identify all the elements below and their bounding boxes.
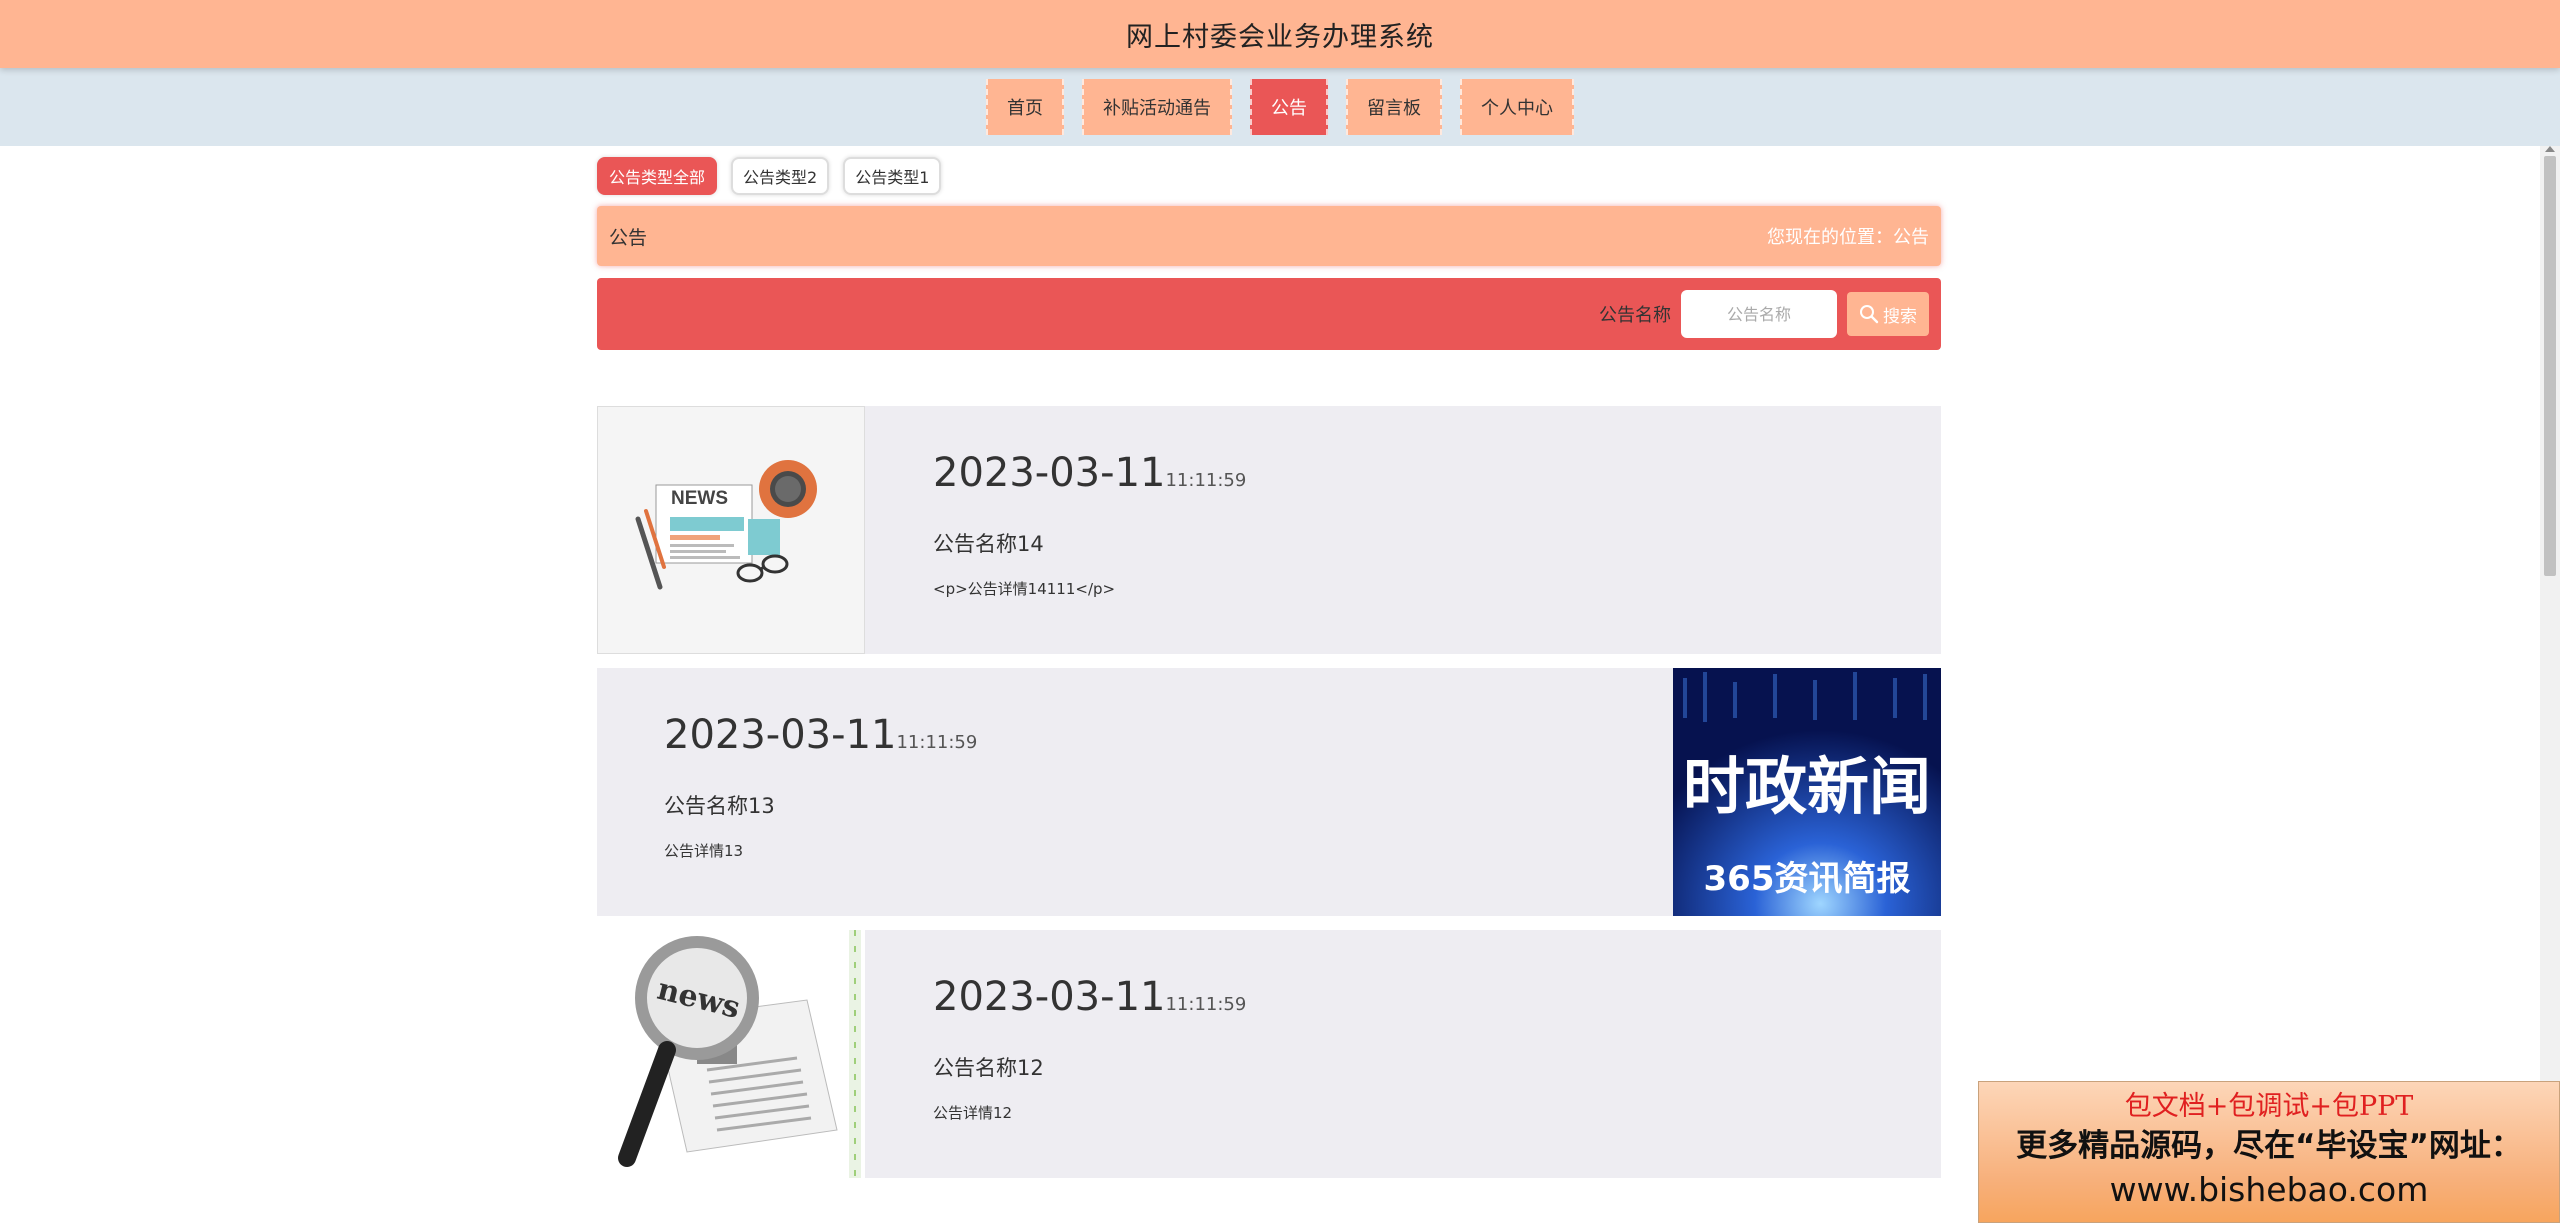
thumb-subhead: 365资讯简报	[1704, 859, 1911, 899]
search-button-label: 搜索	[1883, 306, 1917, 327]
current-location: 您现在的位置：公告	[1767, 227, 1929, 248]
search-button[interactable]: 搜索	[1847, 292, 1929, 336]
thumb-headline: 时政新闻	[1683, 750, 1931, 823]
card-date: 2023-03-11	[933, 450, 1166, 496]
type-filter-group: 公告类型全部 公告类型2 公告类型1	[597, 157, 942, 195]
scrollbar-thumb[interactable]	[2544, 156, 2556, 576]
promo-banner: 包文档+包调试+包PPT 更多精品源码，尽在“毕设宝”网址： www.bishe…	[1978, 1081, 2560, 1223]
thumb-news-word: NEWS	[671, 488, 728, 509]
app-header: 网上村委会业务办理系统	[0, 0, 2560, 68]
card-time: 11:11:59	[1165, 994, 1247, 1015]
search-input[interactable]	[1681, 290, 1837, 338]
date-line: 2023-03-1111:11:59	[933, 450, 1246, 496]
promo-line-2: 更多精品源码，尽在“毕设宝”网址：	[2016, 1128, 2522, 1164]
main-content: 公告类型全部 公告类型2 公告类型1 公告 您现在的位置：公告 公告名称 搜索 …	[597, 146, 1941, 1223]
politics-news-thumbnail: 时政新闻 365资讯简报	[1673, 668, 1941, 916]
type-filter-2[interactable]: 公告类型2	[731, 157, 830, 195]
nav-item-home[interactable]: 首页	[986, 79, 1064, 135]
list-item[interactable]: NEWS 2023-03-1111:11:59 公告名称14 <p>公告详情14…	[597, 406, 1941, 654]
list-item[interactable]: 2023-03-1111:11:59 公告名称13 公告详情13 时政新闻 36…	[597, 668, 1941, 916]
promo-line-1: 包文档+包调试+包PPT	[2124, 1091, 2414, 1122]
card-date: 2023-03-11	[933, 974, 1166, 1020]
card-desc: <p>公告详情14111</p>	[933, 580, 1116, 598]
date-line: 2023-03-1111:11:59	[933, 974, 1246, 1020]
page-scrollbar[interactable]	[2540, 146, 2560, 1223]
main-nav: 首页 补贴活动通告 公告 留言板 个人中心	[0, 68, 2560, 146]
card-time: 11:11:59	[896, 732, 978, 753]
card-title[interactable]: 公告名称13	[664, 790, 775, 820]
card-date: 2023-03-11	[664, 712, 897, 758]
type-filter-all[interactable]: 公告类型全部	[597, 157, 718, 195]
nav-item-personal-center[interactable]: 个人中心	[1460, 79, 1574, 135]
type-filter-1[interactable]: 公告类型1	[843, 157, 942, 195]
section-title: 公告	[609, 226, 648, 249]
list-item[interactable]: news 2023-03-1111:11:59 公告名称12 公告详情12	[597, 930, 1941, 1178]
news-thumbnail: NEWS	[597, 406, 865, 654]
card-time: 11:11:59	[1165, 470, 1247, 491]
card-desc: 公告详情12	[933, 1104, 1013, 1122]
site-title: 网上村委会业务办理系统	[1126, 21, 1434, 53]
search-bar: 公告名称 搜索	[597, 278, 1941, 350]
nav-item-message-board[interactable]: 留言板	[1346, 79, 1442, 135]
card-title[interactable]: 公告名称12	[933, 1052, 1044, 1082]
card-title[interactable]: 公告名称14	[933, 528, 1044, 558]
date-line: 2023-03-1111:11:59	[664, 712, 977, 758]
newspaper-thumbnail: news	[597, 930, 865, 1178]
breadcrumb: 公告 您现在的位置：公告	[597, 206, 1941, 266]
promo-url: www.bishebao.com	[2109, 1170, 2429, 1209]
card-desc: 公告详情13	[664, 842, 744, 860]
nav-item-subsidy-notice[interactable]: 补贴活动通告	[1082, 79, 1232, 135]
scroll-up-arrow-icon[interactable]	[2545, 146, 2555, 152]
search-label: 公告名称	[1599, 305, 1671, 326]
search-icon	[1860, 305, 1879, 324]
nav-item-announcement[interactable]: 公告	[1250, 79, 1328, 135]
